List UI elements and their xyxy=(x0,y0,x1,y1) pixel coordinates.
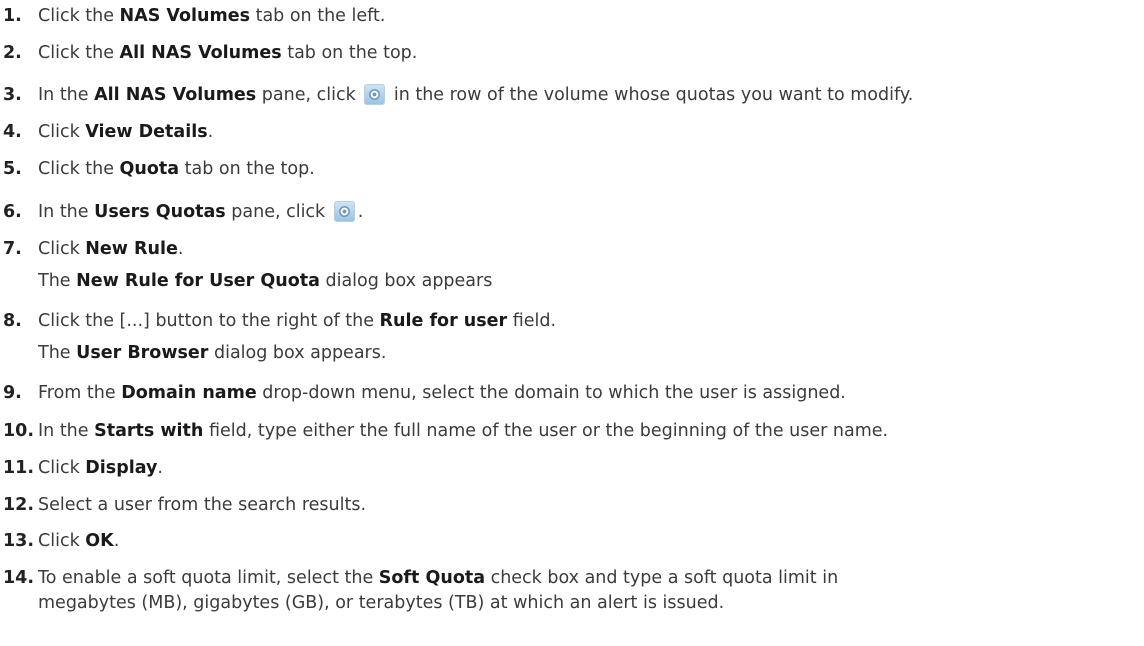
ui-term: Rule for user xyxy=(379,311,508,331)
step-number: 13. xyxy=(3,531,35,551)
step-text: Click the [...] button to the right of t… xyxy=(38,311,557,331)
step-number: 6. xyxy=(3,202,22,222)
step-number: 8. xyxy=(3,311,22,331)
step-text: Click the NAS Volumes tab on the left. xyxy=(38,6,386,26)
step-text: Click New Rule. xyxy=(38,239,184,259)
step-text: From the Domain name drop-down menu, sel… xyxy=(38,383,846,403)
step-text: Click Display. xyxy=(38,458,163,478)
step-number: 12. xyxy=(3,495,35,515)
step-number: 10. xyxy=(3,421,35,441)
step-number: 2. xyxy=(3,43,22,63)
step-number: 9. xyxy=(3,383,22,403)
ui-term: New Rule for User Quota xyxy=(76,271,320,291)
step-number: 7. xyxy=(3,239,22,259)
ui-term: Soft Quota xyxy=(378,568,486,588)
ui-term: OK xyxy=(85,531,114,551)
step-text: In the Users Quotas pane, click . xyxy=(38,201,364,222)
ui-term: Users Quotas xyxy=(94,202,226,222)
step-text: In the Starts with field, type either th… xyxy=(38,421,889,441)
step-number: 14. xyxy=(3,568,35,588)
ui-term: All NAS Volumes xyxy=(94,85,257,105)
step-number: 4. xyxy=(3,122,22,142)
gear-icon xyxy=(364,84,386,105)
step-text: Click OK. xyxy=(38,531,120,551)
ui-term: Display xyxy=(85,458,158,478)
ui-term: All NAS Volumes xyxy=(119,43,282,63)
ui-term: Domain name xyxy=(121,383,257,403)
step-text: In the All NAS Volumes pane, click in th… xyxy=(38,84,914,105)
step-text: Click the All NAS Volumes tab on the top… xyxy=(38,43,418,63)
ui-term: User Browser xyxy=(76,343,209,363)
instruction-document: 1. Click the NAS Volumes tab on the left… xyxy=(0,0,1144,646)
ui-term: View Details xyxy=(85,122,208,142)
step-text: Click the Quota tab on the top. xyxy=(38,159,315,179)
gear-icon xyxy=(333,201,355,222)
step-number: 5. xyxy=(3,159,22,179)
ui-term: NAS Volumes xyxy=(119,6,251,26)
step-number: 3. xyxy=(3,85,22,105)
step-text: Select a user from the search results. xyxy=(38,495,367,515)
ui-term: New Rule xyxy=(85,239,178,259)
step-text: megabytes (MB), gigabytes (GB), or terab… xyxy=(38,593,725,613)
result-text: The User Browser dialog box appears. xyxy=(38,343,387,363)
result-text: The New Rule for User Quota dialog box a… xyxy=(38,271,493,291)
ui-term: Quota xyxy=(119,159,180,179)
step-number: 11. xyxy=(3,458,35,478)
step-number: 1. xyxy=(3,6,22,26)
ui-term: Starts with xyxy=(94,421,204,441)
step-text: Click View Details. xyxy=(38,122,214,142)
step-text: To enable a soft quota limit, select the… xyxy=(38,568,839,588)
